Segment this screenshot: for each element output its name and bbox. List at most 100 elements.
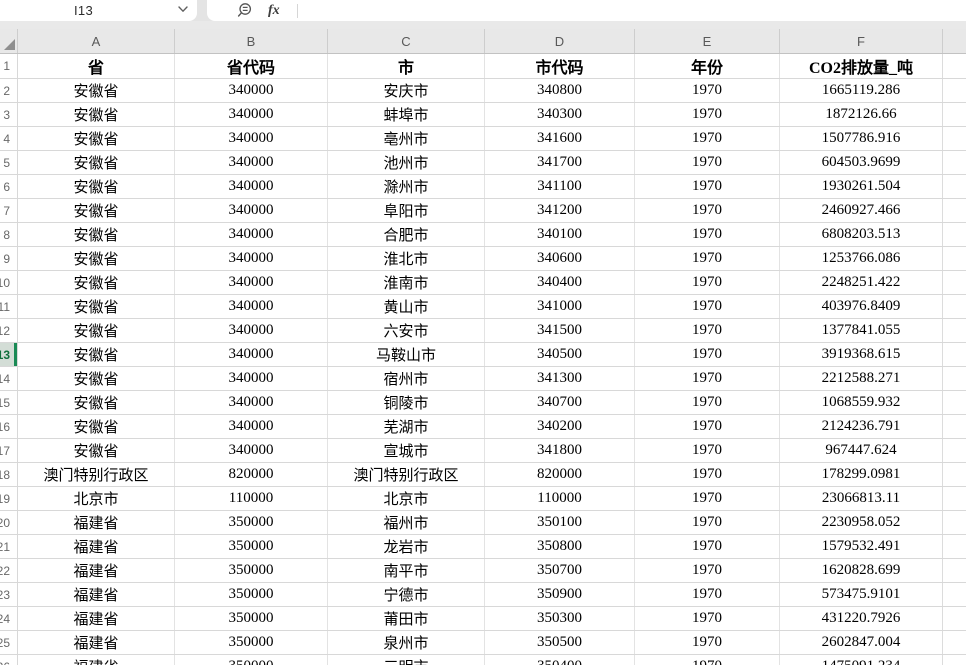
cell[interactable]: 安徽省 xyxy=(18,367,175,390)
cell[interactable] xyxy=(943,319,966,342)
cell[interactable]: 350000 xyxy=(175,631,328,654)
cell[interactable]: 1620828.699 xyxy=(780,559,943,582)
cell[interactable]: 110000 xyxy=(175,487,328,510)
cell[interactable]: 2248251.422 xyxy=(780,271,943,294)
cell[interactable]: 龙岩市 xyxy=(328,535,485,558)
cell[interactable]: 福建省 xyxy=(18,535,175,558)
row-header-26[interactable]: 26 xyxy=(0,655,18,665)
cell[interactable]: 350000 xyxy=(175,535,328,558)
cell[interactable]: 340300 xyxy=(485,103,635,126)
row-header-9[interactable]: 9 xyxy=(0,247,18,270)
cell[interactable]: 340000 xyxy=(175,175,328,198)
row-header-12[interactable]: 12 xyxy=(0,319,18,342)
cell[interactable]: 澳门特别行政区 xyxy=(328,463,485,486)
cell[interactable]: 1507786.916 xyxy=(780,127,943,150)
row-header-3[interactable]: 3 xyxy=(0,103,18,126)
cell[interactable]: 安庆市 xyxy=(328,79,485,102)
cell[interactable]: 福建省 xyxy=(18,607,175,630)
cell[interactable]: 1970 xyxy=(635,463,780,486)
cell[interactable]: 431220.7926 xyxy=(780,607,943,630)
cell[interactable]: 23066813.11 xyxy=(780,487,943,510)
formula-input[interactable] xyxy=(298,0,966,21)
cell[interactable]: 2124236.791 xyxy=(780,415,943,438)
cell[interactable]: 340000 xyxy=(175,271,328,294)
cell[interactable]: 蚌埠市 xyxy=(328,103,485,126)
cell[interactable]: 宣城市 xyxy=(328,439,485,462)
cell[interactable]: 110000 xyxy=(485,487,635,510)
cell[interactable]: 341600 xyxy=(485,127,635,150)
cell[interactable]: 铜陵市 xyxy=(328,391,485,414)
cell[interactable]: 池州市 xyxy=(328,151,485,174)
cell[interactable]: 350000 xyxy=(175,655,328,665)
cell[interactable] xyxy=(943,607,966,630)
cell[interactable]: 1970 xyxy=(635,631,780,654)
cell[interactable] xyxy=(943,559,966,582)
cell[interactable] xyxy=(943,175,966,198)
cell[interactable]: 1970 xyxy=(635,295,780,318)
cell[interactable] xyxy=(943,535,966,558)
cell[interactable]: 北京市 xyxy=(18,487,175,510)
row-header-2[interactable]: 2 xyxy=(0,79,18,102)
cell[interactable]: 350900 xyxy=(485,583,635,606)
cell[interactable]: 六安市 xyxy=(328,319,485,342)
cell[interactable]: 340500 xyxy=(485,343,635,366)
cell[interactable]: 1970 xyxy=(635,79,780,102)
cell[interactable]: 安徽省 xyxy=(18,127,175,150)
cell[interactable]: 340000 xyxy=(175,439,328,462)
cell[interactable]: 341500 xyxy=(485,319,635,342)
cell[interactable] xyxy=(943,463,966,486)
cell[interactable]: 南平市 xyxy=(328,559,485,582)
cell[interactable]: 安徽省 xyxy=(18,79,175,102)
cell[interactable]: 340000 xyxy=(175,79,328,102)
cell[interactable]: 340000 xyxy=(175,295,328,318)
cell[interactable]: 莆田市 xyxy=(328,607,485,630)
row-header-16[interactable]: 16 xyxy=(0,415,18,438)
cell[interactable]: 年份 xyxy=(635,54,780,78)
cell[interactable] xyxy=(943,415,966,438)
cell[interactable]: 市 xyxy=(328,54,485,78)
cell[interactable] xyxy=(943,247,966,270)
cell[interactable]: 合肥市 xyxy=(328,223,485,246)
cell[interactable]: 淮北市 xyxy=(328,247,485,270)
cell[interactable]: 1970 xyxy=(635,103,780,126)
cell[interactable]: 341200 xyxy=(485,199,635,222)
row-header-11[interactable]: 11 xyxy=(0,295,18,318)
cell[interactable]: 安徽省 xyxy=(18,343,175,366)
cell[interactable]: 178299.0981 xyxy=(780,463,943,486)
cell[interactable]: 2460927.466 xyxy=(780,199,943,222)
cell[interactable] xyxy=(943,271,966,294)
cell[interactable]: 341000 xyxy=(485,295,635,318)
row-header-15[interactable]: 15 xyxy=(0,391,18,414)
cell[interactable]: 安徽省 xyxy=(18,319,175,342)
cell[interactable]: 1665119.286 xyxy=(780,79,943,102)
cell[interactable]: 安徽省 xyxy=(18,151,175,174)
cell[interactable]: 安徽省 xyxy=(18,415,175,438)
cell[interactable]: 340200 xyxy=(485,415,635,438)
cell[interactable]: 3919368.615 xyxy=(780,343,943,366)
cell[interactable]: 350400 xyxy=(485,655,635,665)
cell[interactable]: 340000 xyxy=(175,127,328,150)
name-box[interactable]: I13 xyxy=(0,0,197,21)
row-header-18[interactable]: 18 xyxy=(0,463,18,486)
cell[interactable]: 马鞍山市 xyxy=(328,343,485,366)
cell[interactable] xyxy=(943,199,966,222)
cell[interactable]: 省 xyxy=(18,54,175,78)
row-header-21[interactable]: 21 xyxy=(0,535,18,558)
cell[interactable]: 1970 xyxy=(635,223,780,246)
row-header-23[interactable]: 23 xyxy=(0,583,18,606)
row-header-7[interactable]: 7 xyxy=(0,199,18,222)
cell[interactable]: 北京市 xyxy=(328,487,485,510)
cell[interactable]: 安徽省 xyxy=(18,223,175,246)
cell[interactable]: 1970 xyxy=(635,391,780,414)
cell[interactable]: 340000 xyxy=(175,103,328,126)
cell[interactable]: 350300 xyxy=(485,607,635,630)
cell[interactable]: 安徽省 xyxy=(18,271,175,294)
cell[interactable]: 350800 xyxy=(485,535,635,558)
cell[interactable]: 350700 xyxy=(485,559,635,582)
cell[interactable]: 350000 xyxy=(175,583,328,606)
cell[interactable]: 1970 xyxy=(635,607,780,630)
cell[interactable]: 340400 xyxy=(485,271,635,294)
cell[interactable]: 1970 xyxy=(635,343,780,366)
column-header-partial[interactable] xyxy=(943,29,966,53)
cell[interactable]: 宁德市 xyxy=(328,583,485,606)
